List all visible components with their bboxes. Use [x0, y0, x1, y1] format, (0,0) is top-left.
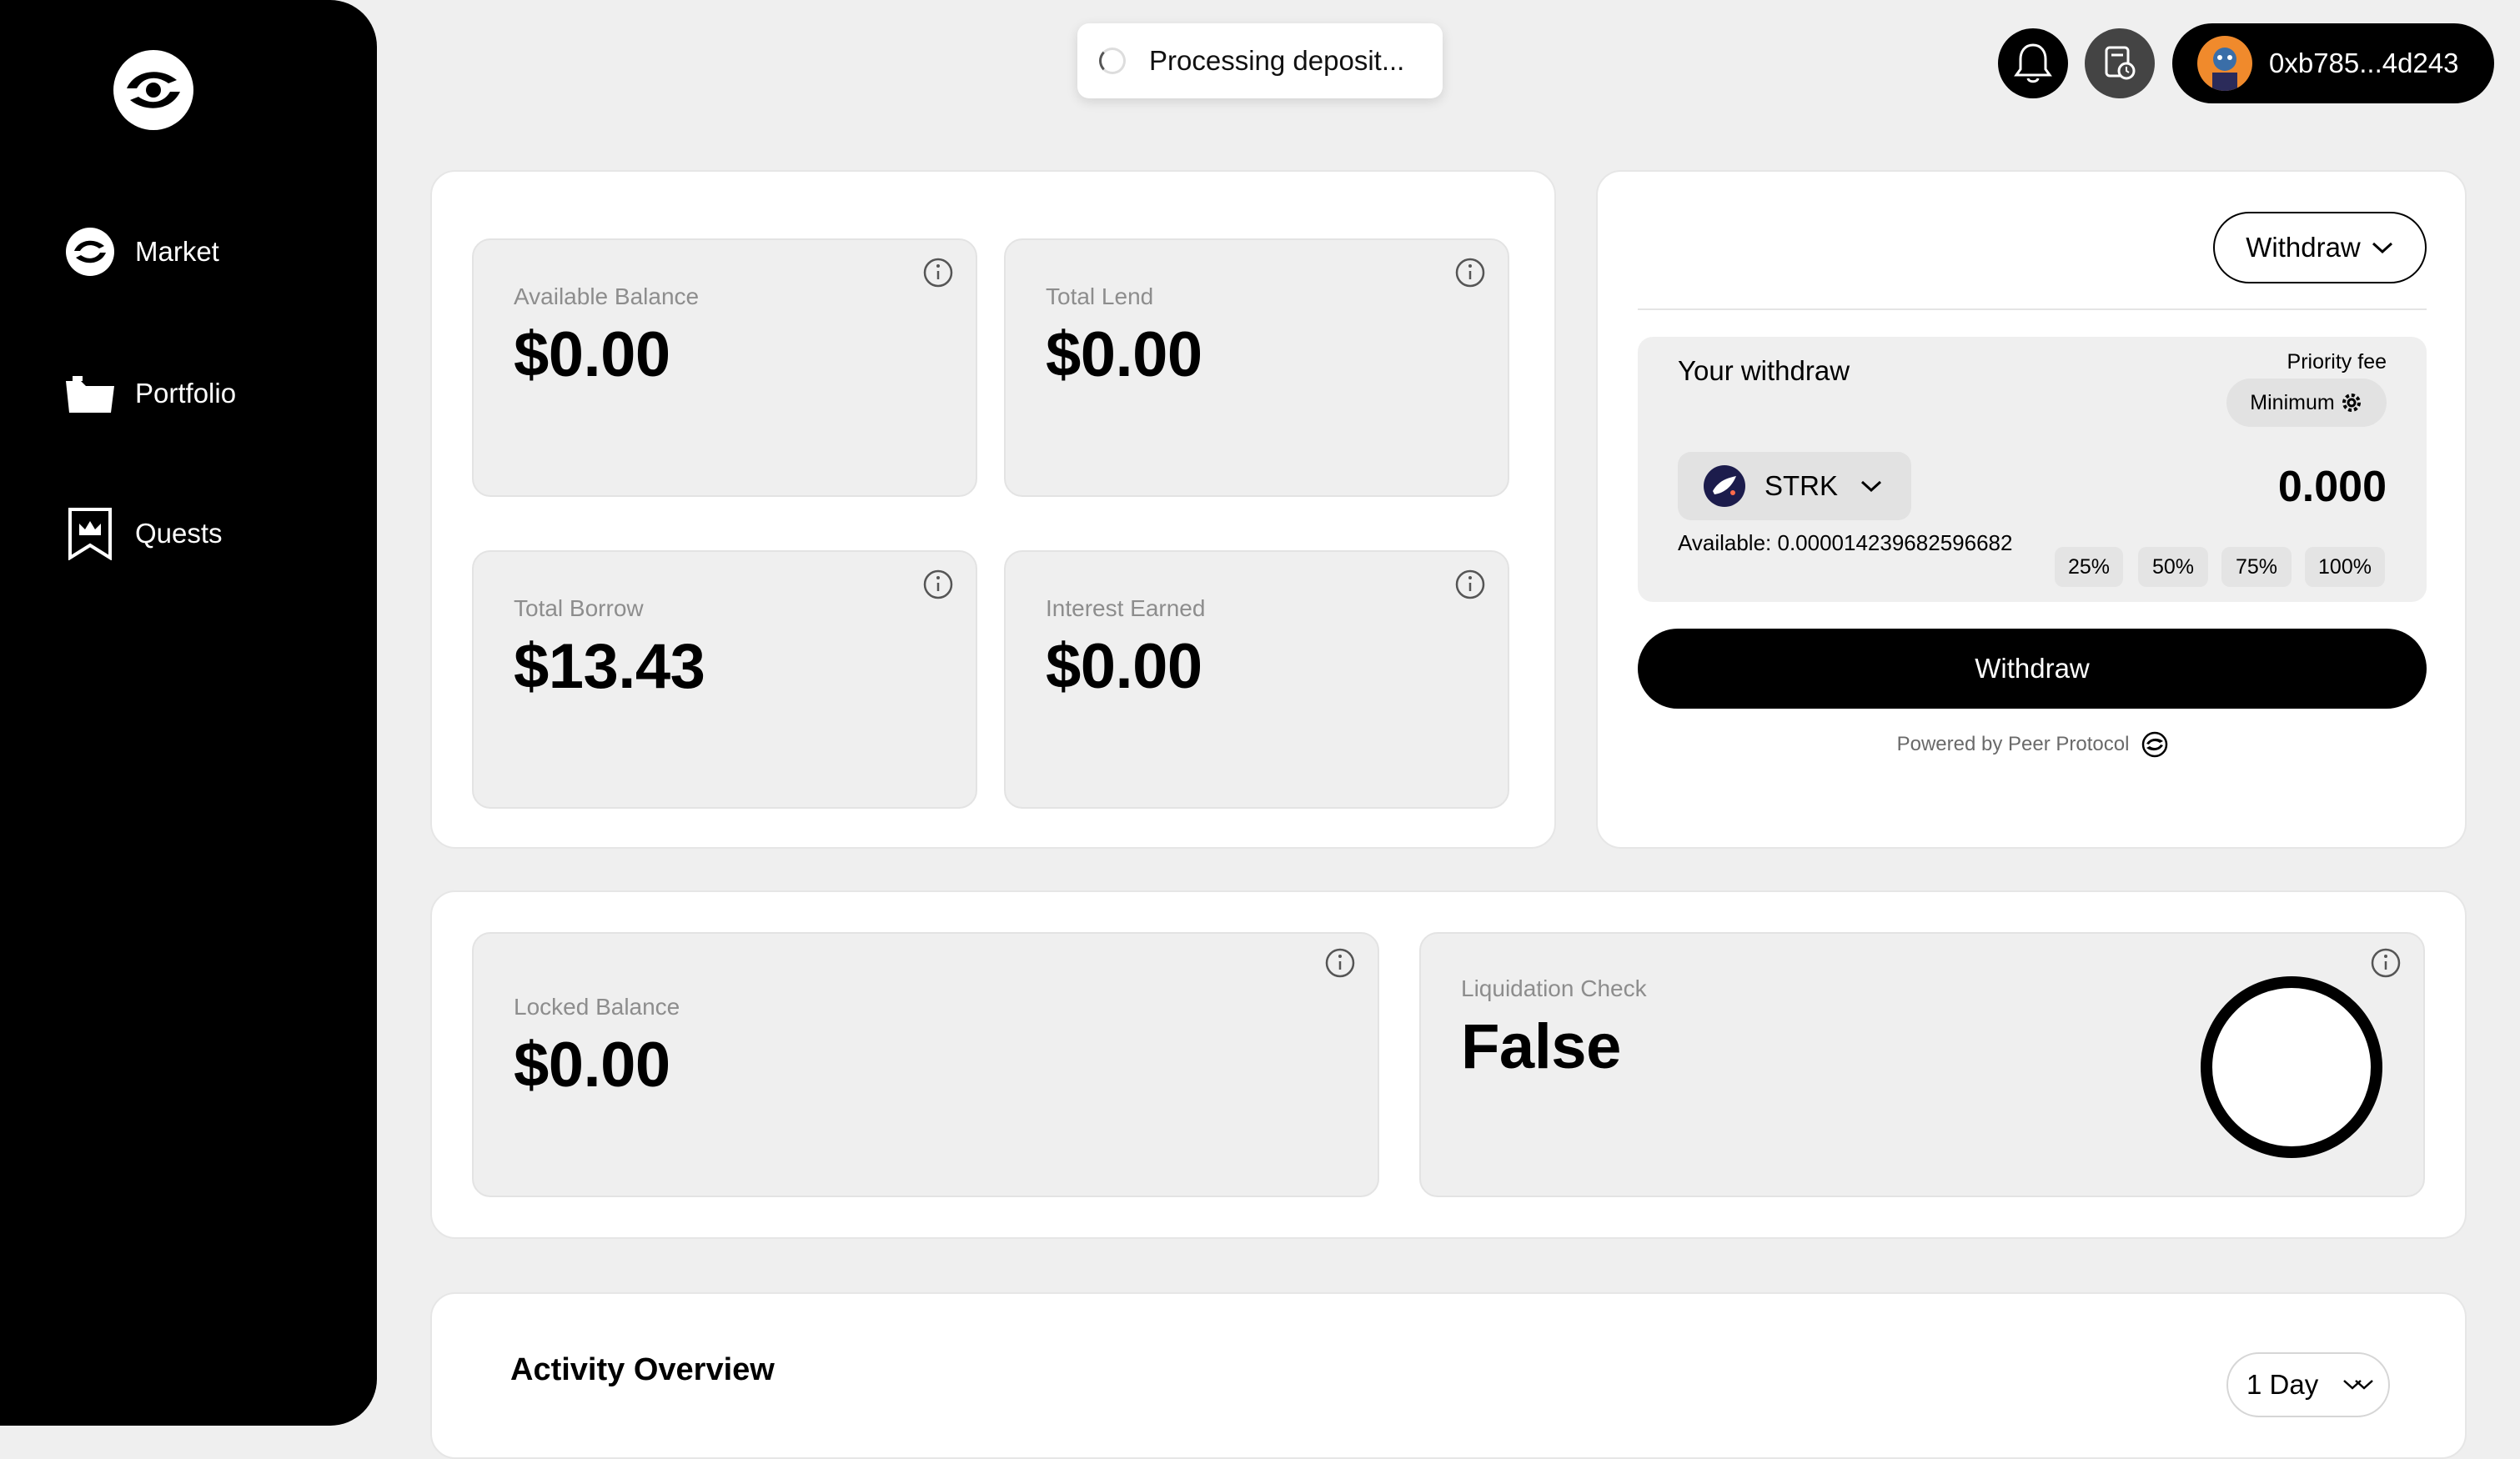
- folder-icon: [63, 367, 117, 420]
- interest-earned-card: Interest Earned $0.00: [1004, 550, 1509, 809]
- card-label: Locked Balance: [514, 994, 680, 1020]
- token-symbol: STRK: [1765, 470, 1839, 501]
- percent-100-button[interactable]: 100%: [2305, 547, 2385, 587]
- wallet-address: 0xb785...4d243: [2269, 48, 2459, 78]
- token-selector[interactable]: STRK: [1678, 452, 1911, 520]
- info-icon[interactable]: [922, 569, 954, 600]
- peer-protocol-logo[interactable]: [110, 47, 197, 133]
- info-icon[interactable]: [922, 257, 954, 288]
- divider: [1638, 308, 2427, 310]
- starknet-token-icon: [1704, 465, 1745, 507]
- amount-input[interactable]: 0.000: [2278, 462, 2387, 512]
- activity-range-label: 1 Day: [2246, 1369, 2319, 1400]
- gear-icon: [2342, 394, 2361, 412]
- withdraw-panel: Withdraw Your withdraw Priority fee Mini…: [1596, 170, 2467, 849]
- peer-protocol-icon: [2142, 731, 2168, 758]
- withdraw-mode-select[interactable]: Withdraw: [2213, 212, 2427, 283]
- card-value: False: [1461, 1011, 1621, 1082]
- sidebar-item-quests[interactable]: Quests: [63, 507, 223, 560]
- card-label: Interest Earned: [1046, 595, 1206, 621]
- percent-50-button[interactable]: 50%: [2138, 547, 2208, 587]
- health-ring: [2201, 976, 2382, 1158]
- card-value: $0.00: [1046, 319, 1202, 390]
- activity-panel: Activity Overview 1 Day: [430, 1292, 2467, 1459]
- avatar: [2197, 36, 2252, 91]
- card-label: Available Balance: [514, 283, 700, 309]
- processing-toast: Processing deposit...: [1077, 23, 1443, 98]
- sidebar-item-label: Portfolio: [135, 378, 237, 409]
- sidebar-item-market[interactable]: Market: [63, 225, 219, 278]
- chevron-down-icon: [2372, 242, 2392, 254]
- withdraw-title: Your withdraw: [1678, 355, 1850, 386]
- withdraw-mode-label: Withdraw: [2246, 232, 2361, 263]
- card-label: Total Borrow: [514, 595, 644, 621]
- priority-fee-value: Minimum: [2250, 390, 2335, 414]
- total-lend-card: Total Lend $0.00: [1004, 238, 1509, 497]
- locked-balance-card: Locked Balance $0.00: [472, 932, 1379, 1197]
- activity-title: Activity Overview: [510, 1352, 775, 1387]
- withdraw-submit-button[interactable]: Withdraw: [1638, 629, 2427, 709]
- card-value: $0.00: [1046, 631, 1202, 702]
- info-icon[interactable]: [1454, 257, 1486, 288]
- info-icon[interactable]: [1324, 947, 1356, 979]
- percent-75-button[interactable]: 75%: [2221, 547, 2292, 587]
- toast-text: Processing deposit...: [1149, 45, 1405, 76]
- powered-by: Powered by Peer Protocol: [1598, 730, 2468, 759]
- liquidation-check-card: Liquidation Check False: [1419, 932, 2425, 1197]
- card-value: $0.00: [514, 1030, 670, 1101]
- spinner-icon: [1099, 48, 1126, 74]
- sidebar-item-label: Quests: [135, 518, 223, 549]
- card-value: $13.43: [514, 631, 705, 702]
- sidebar-item-portfolio[interactable]: Portfolio: [63, 367, 236, 420]
- activity-range-select[interactable]: 1 Day: [2226, 1352, 2390, 1417]
- bell-icon: [2014, 43, 2052, 83]
- priority-fee-selector[interactable]: Minimum: [2226, 379, 2387, 427]
- chevron-down-icon: [2343, 1380, 2374, 1390]
- card-label: Liquidation Check: [1461, 975, 1647, 1001]
- wallet-button[interactable]: 0xb785...4d243: [2172, 23, 2494, 103]
- card-value: $0.00: [514, 319, 670, 390]
- available-amount: Available: 0.000014239682596682: [1678, 530, 2013, 555]
- sidebar-item-label: Market: [135, 236, 219, 267]
- info-icon[interactable]: [1454, 569, 1486, 600]
- crown-banner-icon: [63, 507, 117, 560]
- priority-fee-label: Priority fee: [2287, 350, 2387, 374]
- card-label: Total Lend: [1046, 283, 1154, 309]
- sidebar: Market Portfolio Quests: [0, 0, 377, 1426]
- percent-25-button[interactable]: 25%: [2055, 547, 2123, 587]
- receipt-clock-icon: [2105, 46, 2136, 80]
- peer-protocol-icon: [63, 225, 117, 278]
- withdraw-input-box: Your withdraw Priority fee Minimum STRK …: [1638, 337, 2427, 602]
- history-button[interactable]: [2085, 28, 2155, 98]
- notifications-button[interactable]: [1998, 28, 2068, 98]
- total-borrow-card: Total Borrow $13.43: [472, 550, 977, 809]
- available-balance-card: Available Balance $0.00: [472, 238, 977, 497]
- powered-by-text: Powered by Peer Protocol: [1896, 733, 2130, 755]
- chevron-down-icon: [1861, 480, 1882, 493]
